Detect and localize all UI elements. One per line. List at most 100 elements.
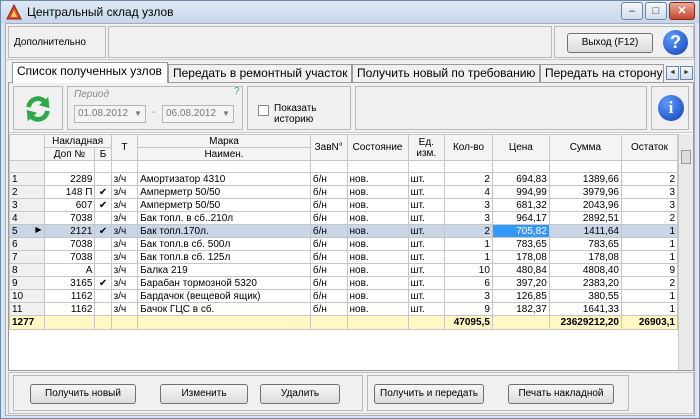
- header-kol[interactable]: Кол-во: [444, 134, 493, 161]
- date-to-field[interactable]: 06.08.2012 ▼: [162, 105, 234, 123]
- cell-price[interactable]: 783,65: [491, 237, 550, 251]
- date-from-dropdown-icon[interactable]: ▼: [132, 107, 144, 121]
- cell-name[interactable]: Бак топл.в сб. 125л: [137, 250, 311, 264]
- table-row[interactable]: 6 7038 з/ч Бак топл.в сб. 500л б/н нов. шт. 1 78…: [9, 237, 679, 251]
- filter-cell[interactable]: [548, 160, 622, 173]
- cell-ed[interactable]: шт.: [407, 250, 446, 264]
- cell-t[interactable]: з/ч: [110, 237, 139, 251]
- cell-name[interactable]: Барабан тормозной 5320: [137, 276, 311, 290]
- cell-ost[interactable]: 1: [620, 289, 679, 303]
- date-to-dropdown-icon[interactable]: ▼: [220, 107, 232, 121]
- cell-ost[interactable]: 1: [620, 224, 679, 238]
- cell-t[interactable]: з/ч: [110, 198, 139, 212]
- table-row[interactable]: 3 607 ✔ з/ч Амперметр 50/50 б/н нов. шт. 3 681,32…: [9, 198, 679, 212]
- cell-price[interactable]: 681,32: [491, 198, 550, 212]
- cell-b[interactable]: [94, 250, 112, 264]
- help-icon[interactable]: ?: [663, 30, 688, 55]
- filter-cell[interactable]: [94, 160, 112, 173]
- cell-sum[interactable]: 1411,64: [548, 224, 622, 238]
- cell-sost[interactable]: нов.: [346, 302, 409, 316]
- filter-cell[interactable]: [407, 160, 446, 173]
- cell-ost[interactable]: 2: [620, 211, 679, 225]
- header-price[interactable]: Цена: [491, 134, 550, 161]
- close-button[interactable]: ✕: [669, 2, 695, 20]
- cell-price[interactable]: 480,84: [491, 263, 550, 277]
- cell-kol[interactable]: 3: [444, 198, 493, 212]
- cell-kol[interactable]: 2: [444, 172, 493, 186]
- cell-name[interactable]: Амперметр 50/50: [137, 198, 311, 212]
- cell-price[interactable]: 705,82: [491, 224, 550, 238]
- cell-zav[interactable]: б/н: [309, 172, 348, 186]
- cell-sum[interactable]: 2892,51: [548, 211, 622, 225]
- filter-cell[interactable]: [444, 160, 493, 173]
- cell-t[interactable]: з/ч: [110, 289, 139, 303]
- cell-sost[interactable]: нов.: [346, 276, 409, 290]
- cell-t[interactable]: з/ч: [110, 224, 139, 238]
- cell-doc[interactable]: 1162: [43, 289, 96, 303]
- cell-price[interactable]: 994,99: [491, 185, 550, 199]
- cell-sum[interactable]: 1389,66: [548, 172, 622, 186]
- cell-doc[interactable]: 7038: [43, 211, 96, 225]
- cell-sum[interactable]: 380,55: [548, 289, 622, 303]
- cell-kol[interactable]: 4: [444, 185, 493, 199]
- cell-ost[interactable]: 1: [620, 302, 679, 316]
- cell-doc[interactable]: 7038: [43, 250, 96, 264]
- get-and-pass-button[interactable]: Получить и передать: [374, 384, 484, 404]
- cell-ed[interactable]: шт.: [407, 185, 446, 199]
- cell-ost[interactable]: 9: [620, 263, 679, 277]
- cell-zav[interactable]: б/н: [309, 198, 348, 212]
- cell-price[interactable]: 182,37: [491, 302, 550, 316]
- cell-ed[interactable]: шт.: [407, 302, 446, 316]
- cell-ed[interactable]: шт.: [407, 289, 446, 303]
- cell-ed[interactable]: шт.: [407, 198, 446, 212]
- cell-kol[interactable]: 2: [444, 224, 493, 238]
- table-row[interactable]: 4 7038 з/ч Бак топл. в сб..210л б/н нов. шт. 3 9…: [9, 211, 679, 225]
- cell-b[interactable]: ✔: [94, 185, 112, 199]
- cell-b[interactable]: ✔: [94, 224, 112, 238]
- cell-name[interactable]: Бак топл. в сб..210л: [137, 211, 311, 225]
- cell-ost[interactable]: 1: [620, 237, 679, 251]
- cell-kol[interactable]: 6: [444, 276, 493, 290]
- extra-menu-label[interactable]: Дополнительно: [14, 37, 86, 48]
- cell-ed[interactable]: шт.: [407, 172, 446, 186]
- cell-name[interactable]: Амперметр 50/50: [137, 185, 311, 199]
- cell-doc[interactable]: 7038: [43, 237, 96, 251]
- cell-b[interactable]: [94, 211, 112, 225]
- header-sum[interactable]: Сумма: [548, 134, 622, 161]
- cell-sum[interactable]: 178,08: [548, 250, 622, 264]
- cell-sum[interactable]: 3979,96: [548, 185, 622, 199]
- cell-price[interactable]: 964,17: [491, 211, 550, 225]
- cell-doc[interactable]: 1162: [43, 302, 96, 316]
- header-b[interactable]: Б: [94, 147, 112, 161]
- cell-b[interactable]: ✔: [94, 276, 112, 290]
- tab-next-arrow-icon[interactable]: ►: [680, 66, 693, 80]
- filter-cell[interactable]: [620, 160, 679, 173]
- cell-kol[interactable]: 9: [444, 302, 493, 316]
- cell-kol[interactable]: 3: [444, 289, 493, 303]
- cell-doc[interactable]: А: [43, 263, 96, 277]
- print-invoice-button[interactable]: Печать накладной: [508, 384, 614, 404]
- cell-t[interactable]: з/ч: [110, 276, 139, 290]
- cell-sost[interactable]: нов.: [346, 263, 409, 277]
- cell-doc[interactable]: 148 П: [43, 185, 96, 199]
- exit-button[interactable]: Выход (F12): [567, 33, 653, 53]
- maximize-button[interactable]: □: [645, 2, 667, 20]
- tab-get-new[interactable]: Получить новый по требованию: [352, 64, 540, 82]
- cell-b[interactable]: [94, 172, 112, 186]
- cell-zav[interactable]: б/н: [309, 276, 348, 290]
- cell-ed[interactable]: шт.: [407, 237, 446, 251]
- filter-cell[interactable]: [43, 160, 96, 173]
- table-row[interactable]: 9 3165 ✔ з/ч Барабан тормозной 5320 б/н нов. шт…: [9, 276, 679, 290]
- cell-ed[interactable]: шт.: [407, 276, 446, 290]
- cell-sost[interactable]: нов.: [346, 250, 409, 264]
- grid-vertical-scrollbar[interactable]: [678, 134, 693, 370]
- cell-b[interactable]: [94, 302, 112, 316]
- tab-give-away[interactable]: Передать на сторону: [540, 64, 664, 82]
- cell-sost[interactable]: нов.: [346, 211, 409, 225]
- cell-zav[interactable]: б/н: [309, 185, 348, 199]
- cell-name[interactable]: Бардачок (вещевой ящик): [137, 289, 311, 303]
- date-from-field[interactable]: 01.08.2012 ▼: [74, 105, 146, 123]
- cell-zav[interactable]: б/н: [309, 237, 348, 251]
- cell-name[interactable]: Амортизатор 4310: [137, 172, 311, 186]
- history-checkbox[interactable]: [258, 104, 269, 116]
